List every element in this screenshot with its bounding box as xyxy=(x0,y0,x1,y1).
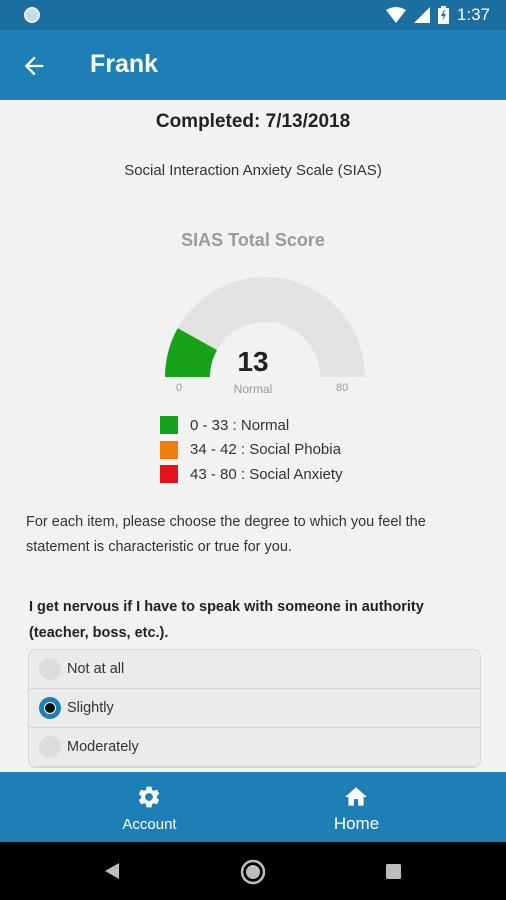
gauge-score: 13 xyxy=(237,346,269,377)
option-not-at-all[interactable]: Not at all xyxy=(29,650,480,689)
legend-text: 0 - 33 : Normal xyxy=(190,416,290,434)
radio-button[interactable] xyxy=(39,736,61,758)
page-title: Frank xyxy=(90,50,159,78)
completed-date: Completed: 7/13/2018 xyxy=(155,111,351,132)
app-bar: Frank xyxy=(0,30,506,100)
question-text: I get nervous if I have to speak with so… xyxy=(29,599,424,641)
legend-swatch xyxy=(160,465,178,484)
option-label: Not at all xyxy=(67,661,125,677)
gear-icon xyxy=(138,786,160,808)
legend-text: 34 - 42 : Social Phobia xyxy=(190,441,341,459)
legend-item-social-phobia: 34 - 42 : Social Phobia xyxy=(160,438,343,463)
legend-swatch xyxy=(160,440,178,459)
system-nav-bar xyxy=(0,842,506,900)
gauge-max: 80 xyxy=(336,382,349,394)
option-label: Slightly xyxy=(67,700,114,716)
arrow-left-icon[interactable] xyxy=(20,52,48,80)
back-triangle-icon[interactable] xyxy=(103,862,121,880)
gauge-title: SIAS Total Score xyxy=(181,230,325,250)
scale-name: Social Interaction Anxiety Scale (SIAS) xyxy=(124,162,382,179)
report-content[interactable]: Completed: 7/13/2018 Social Interaction … xyxy=(0,100,506,772)
notification-icon xyxy=(24,7,40,23)
legend-text: 43 - 80 : Social Anxiety xyxy=(190,465,343,483)
home-icon xyxy=(345,787,367,806)
option-label: Moderately xyxy=(67,739,139,755)
legend-swatch xyxy=(160,416,178,435)
radio-button-selected[interactable] xyxy=(39,697,61,719)
home-circle-icon[interactable] xyxy=(240,859,266,885)
option-slightly[interactable]: Slightly xyxy=(29,689,480,728)
legend-item-social-anxiety: 43 - 80 : Social Anxiety xyxy=(160,462,343,487)
status-icons: 1:37 xyxy=(385,5,490,25)
radio-button[interactable] xyxy=(39,658,61,680)
nav-home[interactable]: Home xyxy=(230,772,483,842)
wifi-icon xyxy=(385,7,406,23)
battery-icon xyxy=(437,6,449,24)
signal-icon xyxy=(413,7,430,23)
nav-home-label: Home xyxy=(333,814,380,833)
status-time: 1:37 xyxy=(456,5,490,24)
status-bar: 1:37 xyxy=(0,0,506,30)
gauge-label: Normal xyxy=(233,382,273,396)
legend-item-normal: 0 - 33 : Normal xyxy=(160,413,343,438)
recents-square-icon[interactable] xyxy=(386,864,401,879)
instructions-text: For each item, please choose the degree … xyxy=(26,514,426,555)
bottom-nav: Account Home xyxy=(0,772,506,842)
score-legend: 0 - 33 : Normal 34 - 42 : Social Phobia … xyxy=(160,413,343,487)
option-moderately[interactable]: Moderately xyxy=(29,728,480,767)
answer-options: Not at all Slightly Moderately xyxy=(28,649,481,768)
